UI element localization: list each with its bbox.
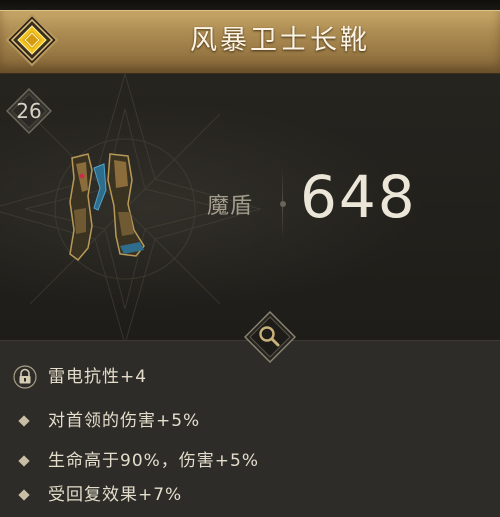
inspect-button[interactable] — [244, 311, 296, 363]
affix-row: 受回复效果+7% — [0, 481, 500, 511]
stat-label: 魔盾 — [207, 194, 254, 219]
boots-icon — [69, 153, 145, 262]
affix-row: 对首领的伤害+5% — [0, 407, 500, 437]
stat-value: 648 — [300, 163, 417, 231]
stat-separator-dot — [280, 201, 286, 207]
item-tooltip: 风暴卫士长靴 26 魔盾 648 雷电抗性+4 对首领的伤害+5% 生命高于90… — [0, 0, 500, 517]
top-strip — [0, 0, 500, 10]
padlock-icon — [13, 365, 37, 389]
affix-row: 生命高于90%，伤害+5% — [0, 447, 500, 477]
affix-text: 对首领的伤害+5% — [48, 411, 201, 431]
affix-text: 雷电抗性+4 — [48, 367, 148, 387]
diamond-bullet-icon — [18, 415, 30, 427]
diamond-bullet-icon — [18, 489, 30, 501]
affix-row: 雷电抗性+4 — [0, 363, 500, 393]
affix-text: 受回复效果+7% — [48, 485, 183, 505]
affix-text: 生命高于90%，伤害+5% — [48, 451, 259, 471]
item-level: 26 — [16, 99, 42, 123]
rarity-diamond-icon — [6, 14, 58, 66]
diamond-bullet-icon — [18, 455, 30, 467]
item-name: 风暴卫士长靴 — [190, 25, 370, 56]
affix-panel: 雷电抗性+4 对首领的伤害+5% 生命高于90%，伤害+5% 受回复效果+7% — [0, 340, 500, 517]
